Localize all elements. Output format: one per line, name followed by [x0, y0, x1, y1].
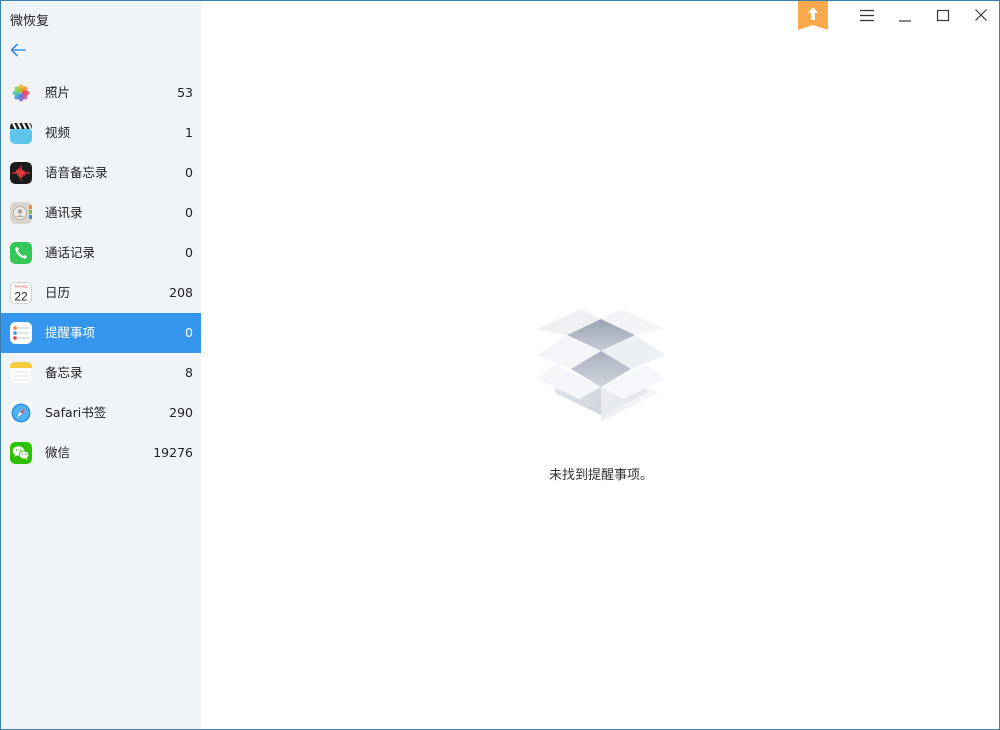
- maximize-button[interactable]: [933, 5, 953, 25]
- voice-memo-icon: [10, 162, 32, 184]
- close-icon: [975, 9, 987, 21]
- sidebar-item-call-log[interactable]: 通话记录 0: [1, 233, 201, 273]
- notes-icon: [10, 362, 32, 384]
- sidebar-item-calendar[interactable]: Monday 22 日历 208: [1, 273, 201, 313]
- sidebar-item-count: 19276: [153, 445, 193, 460]
- sidebar-item-count: 53: [177, 85, 193, 100]
- empty-box-icon: [535, 309, 667, 431]
- sidebar-item-wechat[interactable]: 微信 19276: [1, 433, 201, 473]
- sidebar-item-count: 8: [185, 365, 193, 380]
- sidebar-item-count: 0: [185, 245, 193, 260]
- video-clapper-icon: [10, 122, 32, 144]
- reminders-icon: [10, 322, 32, 344]
- sidebar-item-photos[interactable]: 照片 53: [1, 73, 201, 113]
- category-list: 照片 53 视频 1 语音备忘录 0 通讯录 0 通话记录 0 Monday 2…: [1, 73, 201, 473]
- maximize-icon: [936, 9, 950, 22]
- hamburger-menu-icon: [860, 9, 874, 22]
- sidebar-item-count: 1: [185, 125, 193, 140]
- contacts-icon: [10, 202, 32, 224]
- sidebar-item-count: 290: [169, 405, 193, 420]
- close-button[interactable]: [971, 5, 991, 25]
- sidebar-item-reminders[interactable]: 提醒事项 0: [1, 313, 201, 353]
- sidebar-item-count: 0: [185, 325, 193, 340]
- sidebar-item-contacts[interactable]: 通讯录 0: [1, 193, 201, 233]
- upload-arrow-icon: [798, 1, 828, 30]
- safari-icon: [10, 402, 32, 424]
- sidebar-item-count: 0: [185, 205, 193, 220]
- sidebar: 微恢复 照片 53 视频 1 语音备忘录 0 通讯录 0 通话记录 0 Mond…: [1, 1, 201, 729]
- sidebar-item-count: 0: [185, 165, 193, 180]
- photos-icon: [10, 82, 32, 104]
- sidebar-item-label: 视频: [45, 125, 71, 140]
- sidebar-item-label: 微信: [45, 445, 71, 460]
- sidebar-item-label: 日历: [45, 285, 71, 300]
- empty-state-message: 未找到提醒事项。: [548, 468, 653, 483]
- sidebar-item-notes[interactable]: 备忘录 8: [1, 353, 201, 393]
- app-title: 微恢复: [10, 14, 50, 29]
- sidebar-item-label: Safari书签: [45, 405, 107, 420]
- sidebar-item-label: 备忘录: [45, 365, 83, 380]
- calendar-weekday: Monday: [15, 285, 28, 289]
- arrow-left-icon: [10, 43, 26, 57]
- sidebar-item-label: 通讯录: [45, 205, 83, 220]
- sidebar-item-label: 通话记录: [45, 245, 96, 260]
- minimize-button[interactable]: [895, 5, 915, 25]
- sidebar-item-video[interactable]: 视频 1: [1, 113, 201, 153]
- sidebar-item-label: 提醒事项: [45, 325, 96, 340]
- menu-button[interactable]: [857, 5, 877, 25]
- phone-icon: [10, 242, 32, 264]
- app-window: 微恢复 照片 53 视频 1 语音备忘录 0 通讯录 0 通话记录 0 Mond…: [0, 0, 1000, 730]
- back-button[interactable]: [9, 41, 27, 59]
- upload-badge-button[interactable]: [798, 1, 828, 31]
- sidebar-item-label: 照片: [45, 85, 71, 100]
- sidebar-item-safari-bookmarks[interactable]: Safari书签 290: [1, 393, 201, 433]
- calendar-icon: Monday 22: [10, 282, 32, 304]
- wechat-icon: [10, 442, 32, 464]
- sidebar-item-label: 语音备忘录: [45, 165, 108, 180]
- minimize-icon: [899, 20, 911, 22]
- sidebar-item-count: 208: [169, 285, 193, 300]
- sidebar-item-voice-memos[interactable]: 语音备忘录 0: [1, 153, 201, 193]
- calendar-day: 22: [14, 290, 28, 304]
